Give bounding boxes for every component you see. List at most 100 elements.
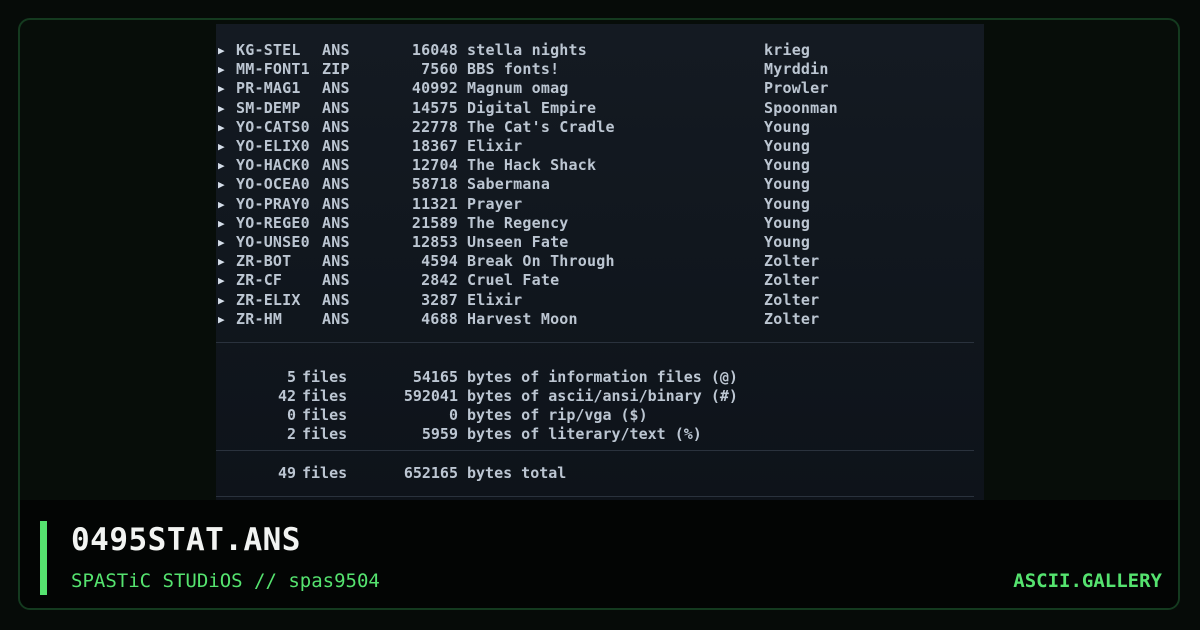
file-author: Young [764, 233, 811, 251]
file-description: Elixir [467, 290, 523, 309]
file-list-row: ▶ KG-STEL ANS 16048 stella nights krieg [216, 41, 984, 60]
triangle-bullet-icon: ▶ [218, 236, 225, 249]
file-list-row: ▶ ZR-ELIX ANS 3287 Elixir Zolter [216, 291, 984, 310]
file-author: Young [764, 117, 811, 136]
file-description: Unseen Fate [467, 233, 569, 251]
file-list-row: ▶ PR-MAG1 ANS 40992 Magnum omag Prowler [216, 79, 984, 98]
file-name: YO-REGE0 [236, 213, 310, 232]
file-list-row: ▶ SM-DEMP ANS 14575 Digital Empire Spoonman [216, 99, 984, 118]
file-size: 21589 [411, 213, 458, 232]
file-author: Young [764, 213, 811, 232]
file-title: 0495STAT.ANS [71, 522, 301, 558]
file-extension: ANS [322, 290, 350, 309]
triangle-bullet-icon: ▶ [218, 140, 225, 153]
byte-count: 5959 [421, 425, 458, 443]
file-author: Zolter [764, 252, 820, 271]
file-list-row: ▶ ZR-CF ANS 2842 Cruel Fate Zolter [216, 271, 984, 290]
file-list-row: ▶ MM-FONT1 ZIP 7560 BBS fonts! Myrddin [216, 60, 984, 79]
files-label: files [302, 464, 348, 482]
divider [216, 450, 974, 451]
file-count: 0 [286, 406, 296, 424]
file-description: Sabermana [467, 175, 551, 194]
file-extension: ANS [322, 137, 350, 155]
group-handle: SPASTiC STUDiOS // spas9504 [71, 570, 380, 592]
accent-bar [40, 521, 47, 595]
file-size: 58718 [411, 175, 458, 194]
files-label: files [302, 387, 348, 405]
file-size: 22778 [411, 117, 458, 136]
file-name: ZR-HM [236, 309, 283, 328]
file-name: ZR-BOT [236, 252, 292, 271]
triangle-bullet-icon: ▶ [218, 120, 225, 134]
file-extension: ANS [322, 175, 350, 194]
file-name: ZR-CF [236, 271, 283, 290]
files-label: files [302, 406, 348, 424]
file-list-row: ▶ YO-ELIX0 ANS 18367 Elixir Young [216, 137, 984, 156]
file-extension: ANS [322, 213, 350, 232]
file-description: stella nights [467, 41, 587, 59]
ansi-art-panel: ▶ KG-STEL ANS 16048 stella nights krieg ▶ MM-FO… [216, 24, 984, 500]
file-description: Cruel Fate [467, 271, 560, 290]
summary-description: bytes of information files (@) [467, 368, 738, 386]
preview-card: ▶ KG-STEL ANS 16048 stella nights krieg ▶ MM-FO… [18, 18, 1180, 610]
summary-description: bytes of ascii/ansi/binary (#) [467, 387, 738, 405]
files-label: files [302, 425, 348, 443]
file-name: KG-STEL [236, 41, 301, 59]
summary-description: bytes of literary/text (%) [467, 425, 702, 443]
file-count: 5 [286, 368, 296, 386]
file-description: Digital Empire [467, 98, 597, 117]
file-author: Zolter [764, 309, 820, 328]
file-name: MM-FONT1 [236, 60, 310, 79]
file-extension: ANS [322, 252, 350, 271]
file-size: 40992 [411, 79, 458, 98]
file-list-row: ▶ YO-HACK0 ANS 12704 The Hack Shack Young [216, 156, 984, 175]
file-count: 2 [286, 425, 296, 443]
divider [216, 342, 974, 343]
triangle-bullet-icon: ▶ [218, 312, 225, 326]
file-size: 4688 [421, 309, 458, 328]
total-file-count: 49 [277, 464, 296, 482]
file-name: PR-MAG1 [236, 79, 301, 98]
file-extension: ANS [322, 271, 350, 290]
file-list-row: ▶ YO-UNSE0 ANS 12853 Unseen Fate Young [216, 233, 984, 252]
file-list-row: ▶ YO-PRAY0 ANS 11321 Prayer Young [216, 195, 984, 214]
file-name: YO-PRAY0 [236, 194, 310, 213]
triangle-bullet-icon: ▶ [218, 178, 225, 192]
file-extension: ANS [322, 194, 350, 213]
file-author: krieg [764, 41, 811, 59]
file-author: Young [764, 194, 811, 213]
summary-description: bytes of rip/vga ($) [467, 406, 648, 424]
file-size: 18367 [411, 137, 458, 155]
triangle-bullet-icon: ▶ [218, 44, 225, 57]
file-author: Young [764, 156, 811, 175]
file-size: 12853 [411, 233, 458, 251]
file-list-row: ▶ ZR-HM ANS 4688 Harvest Moon Zolter [216, 310, 984, 329]
file-name: YO-ELIX0 [236, 137, 310, 155]
files-label: files [302, 368, 348, 386]
byte-count: 0 [448, 406, 458, 424]
file-extension: ANS [322, 41, 350, 59]
total-byte-count: 652165 [403, 464, 458, 482]
summary-row: 2 files 5959 bytes of literary/text (%) [216, 425, 984, 444]
file-description: The Regency [467, 213, 569, 232]
file-extension: ANS [322, 98, 350, 117]
triangle-bullet-icon: ▶ [218, 216, 225, 230]
triangle-bullet-icon: ▶ [218, 101, 225, 115]
file-name: SM-DEMP [236, 98, 301, 117]
file-list-row: ▶ YO-REGE0 ANS 21589 The Regency Young [216, 214, 984, 233]
triangle-bullet-icon: ▶ [218, 82, 225, 96]
file-author: Young [764, 175, 811, 194]
triangle-bullet-icon: ▶ [218, 255, 225, 269]
file-author: Zolter [764, 271, 820, 290]
total-row: 49 files 652165 bytes total [216, 464, 984, 483]
file-size: 4594 [421, 252, 458, 271]
file-description: The Hack Shack [467, 156, 597, 175]
site-name-link[interactable]: ASCII.GALLERY [1013, 570, 1162, 592]
summary-row: 0 files 0 bytes of rip/vga ($) [216, 406, 984, 425]
triangle-bullet-icon: ▶ [218, 274, 225, 288]
divider [216, 496, 974, 497]
triangle-bullet-icon: ▶ [218, 159, 225, 173]
file-size: 3287 [421, 290, 458, 309]
file-size: 11321 [411, 194, 458, 213]
file-name: YO-UNSE0 [236, 233, 310, 251]
